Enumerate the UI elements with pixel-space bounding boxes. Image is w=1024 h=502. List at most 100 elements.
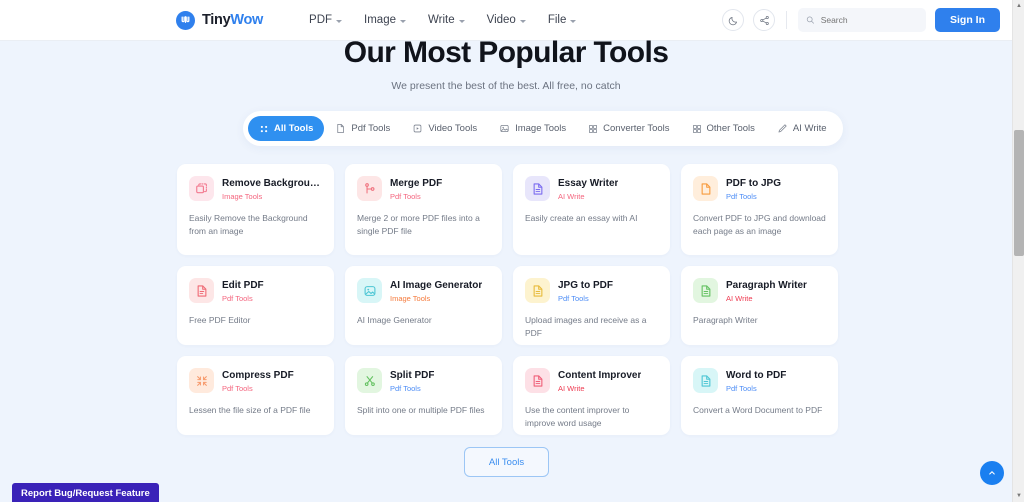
tool-title: Edit PDF [222,280,264,291]
report-bug-button[interactable]: Report Bug/Request Feature [12,483,159,502]
tool-card-titles: Paragraph Writer AI Write [726,278,807,303]
nav-item-image[interactable]: Image [364,14,406,26]
tool-description: Use the content improver to improve word… [525,405,630,428]
share-button[interactable] [753,9,775,31]
all-tools-button[interactable]: All Tools [464,447,549,477]
page-title: Our Most Popular Tools [343,36,669,69]
tool-card-titles: AI Image Generator Image Tools [390,278,482,303]
nav-label-write: Write [428,14,455,26]
page-scrollbar[interactable]: ▲ ▼ [1012,0,1024,502]
main-nav: PDF Image Write Video File [309,14,577,26]
filter-label-image-tools: Image Tools [515,123,567,134]
dark-mode-toggle[interactable] [722,9,744,31]
chevron-down-icon [400,19,406,23]
tool-card-header: Compress PDF Pdf Tools [189,368,322,393]
tool-category: Pdf Tools [222,384,253,393]
tool-title: PDF to JPG [726,178,782,189]
tool-card-header: Split PDF Pdf Tools [357,368,490,393]
tool-card-pdf-to-jpg[interactable]: PDF to JPG Pdf Tools Convert PDF to JPG … [681,164,838,255]
tool-card-essay-writer[interactable]: Essay Writer AI Write Easily create an e… [513,164,670,255]
tool-card-header: Paragraph Writer AI Write [693,278,826,303]
tool-card-ai-image-generator[interactable]: AI Image Generator Image Tools AI Image … [345,266,502,345]
tinywow-logo-icon [176,10,195,30]
logo-text-wow: Wow [230,12,264,28]
filter-label-all-tools: All Tools [274,123,314,134]
tool-category: AI Write [726,294,753,303]
logo[interactable]: TinyWow [176,10,263,30]
sign-in-button[interactable]: Sign In [935,8,1000,32]
logo-text-tiny: Tiny [202,12,231,28]
scroll-to-top-button[interactable] [980,461,1004,485]
filter-label-other-tools: Other Tools [706,123,755,134]
tool-title: Paragraph Writer [726,280,807,291]
compress-icon [189,368,214,393]
tool-card-titles: Word to PDF Pdf Tools [726,368,786,393]
filter-ai-write[interactable]: AI Write [766,116,838,141]
document-icon [525,278,550,303]
scrollbar-down-arrow[interactable]: ▼ [1013,490,1024,502]
tool-card-jpg-to-pdf[interactable]: JPG to PDF Pdf Tools Upload images and r… [513,266,670,345]
tool-card-paragraph-writer[interactable]: Paragraph Writer AI Write Paragraph Writ… [681,266,838,345]
tool-card-titles: Edit PDF Pdf Tools [222,278,264,303]
tool-card-compress-pdf[interactable]: Compress PDF Pdf Tools Lessen the file s… [177,356,334,435]
tool-category: Pdf Tools [390,192,421,201]
search-input[interactable] [820,15,918,25]
nav-item-write[interactable]: Write [428,14,465,26]
image-icon [500,124,509,133]
filter-all-tools[interactable]: All Tools [248,116,325,141]
tool-title: Remove Backgroun... [222,178,322,189]
tool-card-titles: Remove Backgroun... Image Tools [222,176,322,201]
tool-description: Paragraph Writer [693,315,758,325]
tool-card-header: PDF to JPG Pdf Tools [693,176,826,201]
share-icon [759,15,769,25]
tool-card-titles: Split PDF Pdf Tools [390,368,434,393]
tool-title: Essay Writer [558,178,619,189]
tool-title: AI Image Generator [390,280,483,291]
tool-card-word-to-pdf[interactable]: Word to PDF Pdf Tools Convert a Word Doc… [681,356,838,435]
document-edit-icon [189,278,214,303]
scrollbar-up-arrow[interactable]: ▲ [1013,0,1024,12]
tool-description: Lessen the file size of a PDF file [189,405,311,415]
filter-video-tools[interactable]: Video Tools [401,116,488,141]
nav-item-video[interactable]: Video [487,14,526,26]
merge-icon [357,176,382,201]
tool-card-split-pdf[interactable]: Split PDF Pdf Tools Split into one or mu… [345,356,502,435]
chevron-down-icon [458,19,465,23]
tool-card-titles: JPG to PDF Pdf Tools [558,278,613,303]
header-divider [786,11,787,29]
tool-card-header: Edit PDF Pdf Tools [189,278,322,303]
search-box[interactable] [798,8,926,32]
filter-image-tools[interactable]: Image Tools [488,116,577,141]
tool-description: Convert PDF to JPG and download each pag… [693,213,826,236]
tool-card-header: Word to PDF Pdf Tools [693,368,826,393]
filter-label-converter-tools: Converter Tools [603,123,670,134]
filter-pdf-tools[interactable]: Pdf Tools [324,116,401,141]
scrollbar-thumb[interactable] [1014,130,1024,256]
tool-category: Pdf Tools [222,294,253,303]
tool-title: Compress PDF [222,370,294,381]
filter-label-pdf-tools: Pdf Tools [351,123,391,134]
scissors-icon [357,368,382,393]
tool-card-merge-pdf[interactable]: Merge PDF Pdf Tools Merge 2 or more PDF … [345,164,502,255]
grid-dots-icon [260,125,268,132]
tool-card-header: JPG to PDF Pdf Tools [525,278,658,303]
chevron-down-icon [336,19,343,23]
filter-other-tools[interactable]: Other Tools [681,116,766,141]
nav-item-file[interactable]: File [548,14,577,26]
filter-converter-tools[interactable]: Converter Tools [577,116,680,141]
nav-item-pdf[interactable]: PDF [309,14,343,26]
tool-category: Image Tools [390,294,431,303]
tool-card-content-improver[interactable]: Content Improver AI Write Use the conten… [513,356,670,435]
tool-category: AI Write [558,192,585,201]
tool-card-remove-background[interactable]: Remove Backgroun... Image Tools Easily R… [177,164,334,255]
tool-card-header: Essay Writer AI Write [525,176,658,201]
tool-description: Convert a Word Document to PDF [693,405,823,415]
tool-description: Easily Remove the Background from an ima… [189,213,308,236]
nav-label-pdf: PDF [309,14,333,26]
logo-text: TinyWow [202,12,263,28]
document-icon [525,176,550,201]
video-icon [413,124,422,133]
tool-card-edit-pdf[interactable]: Edit PDF Pdf Tools Free PDF Editor [177,266,334,345]
nav-label-video: Video [486,14,516,26]
tool-category: Image Tools [222,192,263,201]
